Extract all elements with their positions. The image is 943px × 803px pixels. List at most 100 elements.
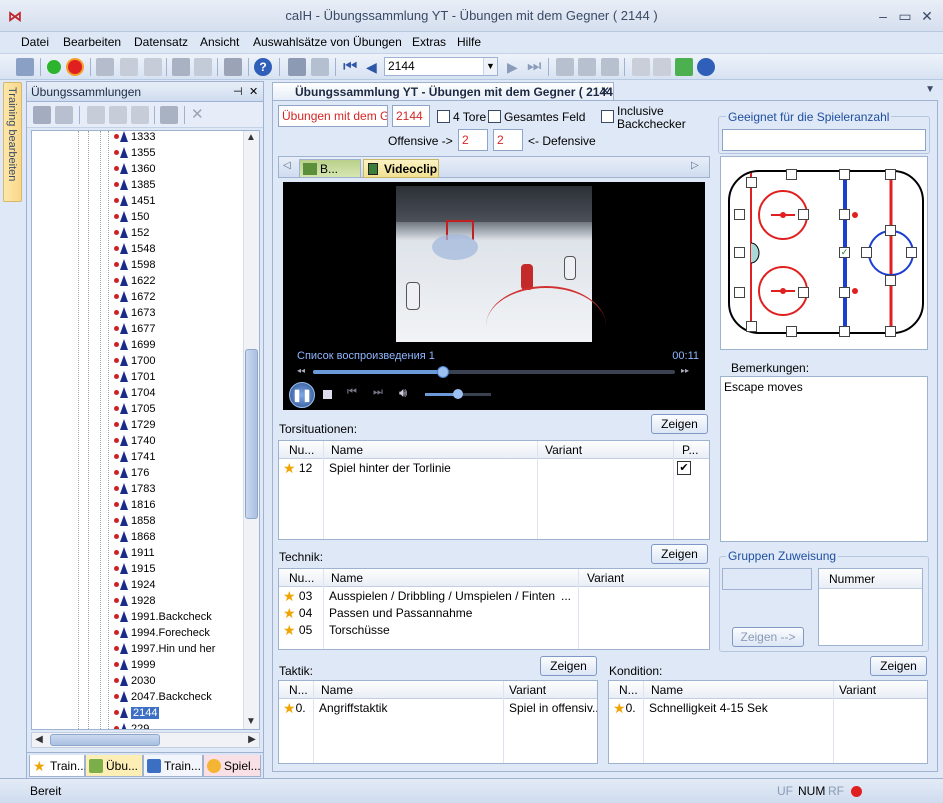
tree-item[interactable]: 1705 <box>112 401 155 417</box>
seek-bar[interactable] <box>313 366 675 378</box>
tree-vertical-scrollbar[interactable]: ▲ ▼ <box>243 131 259 729</box>
tree-item[interactable]: 150 <box>112 209 149 225</box>
tree-item[interactable]: 1622 <box>112 273 155 289</box>
tree-item[interactable]: 1729 <box>112 417 155 433</box>
column-header-nr[interactable]: N... <box>289 683 308 697</box>
tree-item[interactable]: 1924 <box>112 577 155 593</box>
green-record-icon[interactable] <box>47 60 61 74</box>
scroll-thumb[interactable] <box>50 734 160 746</box>
player-count-field[interactable] <box>722 129 926 151</box>
menu-bearbeiten[interactable]: Bearbeiten <box>63 35 121 49</box>
tree-item[interactable]: 1991.Backcheck <box>112 609 212 625</box>
group-show-button[interactable]: Zeigen --> <box>732 627 804 647</box>
tab-scroll-left-icon[interactable]: ◁ <box>283 160 291 171</box>
last-record-icon[interactable]: ⏭ <box>527 58 541 76</box>
tree-item[interactable]: 1816 <box>112 497 155 513</box>
tree-item[interactable]: 1360 <box>112 161 155 177</box>
rink-position-checkbox[interactable] <box>906 247 917 258</box>
db-icon[interactable] <box>33 106 51 124</box>
rink-position-checkbox[interactable] <box>839 169 850 180</box>
record-icon[interactable] <box>288 58 306 76</box>
tree-item[interactable]: 1740 <box>112 433 155 449</box>
pause-icon[interactable]: ❚❚ <box>289 382 315 408</box>
tab-scroll-right-icon[interactable]: ▷ <box>691 160 699 171</box>
tree-item[interactable]: 1677 <box>112 321 155 337</box>
tree-item[interactable]: 1700 <box>112 353 155 369</box>
delete-icon[interactable] <box>653 58 671 76</box>
tree-item[interactable]: 1333 <box>112 131 155 145</box>
rink-position-checkbox[interactable] <box>734 247 745 258</box>
first-record-icon[interactable]: ⏮ <box>343 58 357 76</box>
pin-icon[interactable]: ⊣ <box>233 85 243 98</box>
previous-record-icon[interactable]: ◀ <box>366 58 377 76</box>
seek-handle[interactable] <box>437 366 450 378</box>
next-track-icon[interactable]: ⏭ <box>373 386 383 399</box>
table-row[interactable]: ★ 12 Spiel hinter der Torlinie ✔ <box>283 460 707 477</box>
technik-grid[interactable]: Nu... Name Variant ★ 03 Ausspielen / Dri… <box>278 568 710 650</box>
copy-icon[interactable] <box>120 58 138 76</box>
edit-icon[interactable] <box>601 58 619 76</box>
tree-item[interactable]: 1741 <box>112 449 155 465</box>
column-header-nr[interactable]: N... <box>619 683 638 697</box>
tree-item[interactable]: 1355 <box>112 145 155 161</box>
paste-icon[interactable] <box>144 58 162 76</box>
add-child-icon[interactable] <box>109 106 127 124</box>
previous-track-icon[interactable]: ⏮ <box>347 386 357 399</box>
tree-item[interactable]: 229 <box>112 721 149 729</box>
rink-position-checkbox[interactable] <box>839 326 850 337</box>
move-icon[interactable] <box>131 106 149 124</box>
cut-icon[interactable] <box>96 58 114 76</box>
menu-auswahlsaetze[interactable]: Auswahlsätze von Übungen <box>253 35 402 49</box>
tree-item[interactable]: 1385 <box>112 177 155 193</box>
tree-item[interactable]: 1868 <box>112 529 155 545</box>
tree-item[interactable]: 1783 <box>112 481 155 497</box>
tree-item[interactable]: 152 <box>112 225 149 241</box>
tree-item[interactable]: 1673 <box>112 305 155 321</box>
rink-position-checkbox[interactable] <box>786 169 797 180</box>
tab-training[interactable]: ★ Train... <box>29 755 87 777</box>
red-record-icon[interactable] <box>68 60 82 74</box>
tree-item[interactable]: 1999 <box>112 657 155 673</box>
taktik-grid[interactable]: N... Name Variant ★0. Angriffstaktik Spi… <box>278 680 598 764</box>
tab-videoclip[interactable]: Videoclip <box>363 159 439 178</box>
tree-horizontal-scrollbar[interactable]: ◀ ▶ <box>31 732 260 748</box>
column-header-variant[interactable]: Variant <box>545 443 582 457</box>
maximize-button[interactable]: ▭ <box>894 6 916 26</box>
tree-item[interactable]: 1451 <box>112 193 155 209</box>
tab-uebungen[interactable]: Übu... <box>85 755 143 777</box>
print-preview-icon[interactable] <box>194 58 212 76</box>
column-header-name[interactable]: Name <box>321 683 353 697</box>
rink-position-checkbox[interactable] <box>885 275 896 286</box>
tree-item[interactable]: 1928 <box>112 593 155 609</box>
db-edit-icon[interactable] <box>55 106 73 124</box>
close-icon[interactable]: ✕ <box>249 85 258 98</box>
column-header-nummer[interactable]: Nummer <box>819 569 922 589</box>
column-header-name[interactable]: Name <box>331 571 363 585</box>
web-icon[interactable] <box>697 58 715 76</box>
tree-item[interactable]: 2030 <box>112 673 155 689</box>
record-number-combo[interactable]: 2144 ▼ <box>384 57 498 76</box>
tree-item[interactable]: 1997.Hin und her <box>112 641 215 657</box>
table-row[interactable]: ★0. Schnelligkeit 4-15 Sek <box>613 700 925 717</box>
table-row[interactable]: ★ 04 Passen und Passannahme <box>283 605 707 622</box>
scroll-up-icon[interactable]: ▲ <box>244 131 258 145</box>
column-header-variant[interactable]: Variant <box>587 571 624 585</box>
next-record-icon[interactable]: ▶ <box>507 58 518 76</box>
table-row[interactable]: ★ 05 Torschüsse <box>283 622 707 639</box>
offensive-count-field[interactable]: 2 <box>458 129 488 151</box>
side-tab-training[interactable]: Training bearbeiten <box>3 82 22 202</box>
tree-item[interactable]: 176 <box>112 465 149 481</box>
rink-position-checkbox[interactable] <box>786 326 797 337</box>
column-header-nr[interactable]: Nu... <box>289 443 314 457</box>
rink-position-checkbox[interactable] <box>746 321 757 332</box>
rewind-icon[interactable]: ◂◂ <box>297 366 305 375</box>
kondition-show-button[interactable]: Zeigen <box>870 656 927 676</box>
tree-item[interactable]: 1858 <box>112 513 155 529</box>
new-record-icon[interactable] <box>556 58 574 76</box>
chevron-down-icon[interactable]: ▼ <box>483 58 497 75</box>
rink-position-checkbox[interactable] <box>734 209 745 220</box>
volume-slider[interactable] <box>425 389 491 399</box>
remarks-textarea[interactable]: Escape moves <box>720 376 928 542</box>
stop-icon[interactable] <box>323 390 332 399</box>
group-field[interactable] <box>722 568 812 590</box>
